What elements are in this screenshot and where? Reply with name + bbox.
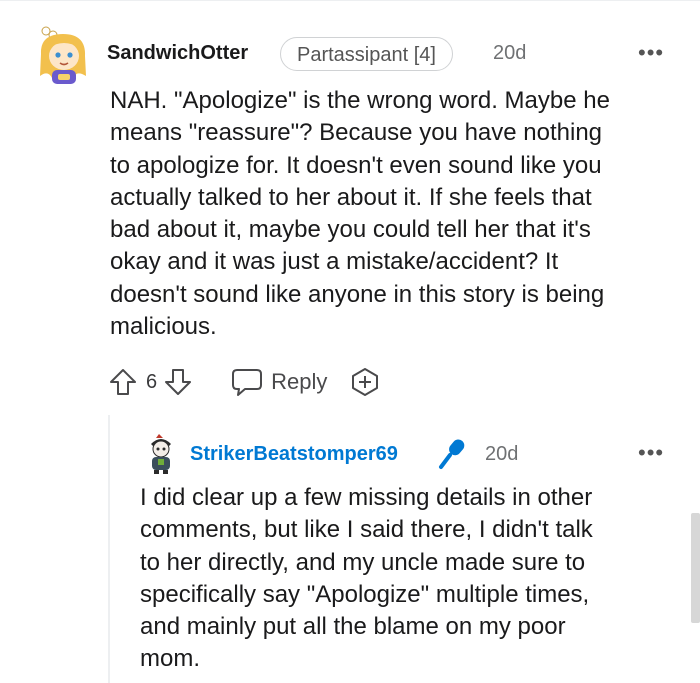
reply-body-line: specifically say "Apologize" multiple ti… [140, 580, 590, 608]
comment-body: NAH. "Apologize" is the wrong word. Mayb… [110, 85, 690, 343]
arrow-up-icon [110, 369, 136, 395]
comment-age: 20d [493, 42, 527, 64]
comment-body-line: malicious. [110, 313, 217, 341]
divider [0, 0, 700, 1]
reply-body-line: to her directly, and my uncle made sure … [140, 548, 586, 576]
more-options-icon[interactable]: ••• [638, 440, 664, 466]
comment-body-line: bad about it, maybe you could tell her t… [110, 216, 591, 244]
user-flair: Partassipant [4] [280, 37, 453, 71]
award-button[interactable] [349, 366, 381, 398]
avatar[interactable] [143, 434, 179, 474]
upvote-button[interactable] [108, 367, 138, 397]
microphone-icon [436, 437, 470, 471]
award-plus-icon [352, 368, 379, 396]
comment-username[interactable]: SandwichOtter [107, 42, 248, 65]
arrow-down-icon [165, 369, 192, 395]
comment-body-line: doesn't sound like anyone in this story … [110, 280, 605, 308]
vote-count: 6 [146, 370, 158, 393]
comment-body-line: means "reassure"? Because you have nothi… [110, 119, 603, 147]
scrollbar[interactable] [691, 513, 700, 623]
more-options-icon[interactable]: ••• [638, 40, 664, 66]
thread-line[interactable] [108, 415, 110, 683]
comment-actions: 6 Reply [108, 366, 381, 398]
reply-username[interactable]: StrikerBeatstomper69 [190, 443, 398, 466]
reply-button[interactable]: Reply [231, 367, 327, 397]
comment-body-line: actually talked to her about it. If she … [110, 183, 592, 211]
reply-body-line: I did clear up a few missing details in … [140, 484, 593, 511]
reply-body-line: mom. [140, 645, 200, 673]
comment-body-line: NAH. "Apologize" is the wrong word. Mayb… [110, 87, 610, 114]
comment-body-line: okay and it was just a mistake/accident?… [110, 248, 559, 276]
speech-bubble-icon [232, 369, 263, 396]
reply-label: Reply [271, 369, 328, 394]
reply-age: 20d [485, 443, 519, 465]
reply-body: I did clear up a few missing details in … [140, 482, 685, 676]
avatar[interactable] [36, 26, 90, 86]
reply-body-line: and mainly put all the blame on my poor [140, 613, 566, 641]
comment-body-line: to apologize for. It doesn't even sound … [110, 151, 602, 179]
reply-body-line: comments, but like I said there, I didn'… [140, 516, 593, 544]
downvote-button[interactable] [163, 367, 193, 397]
